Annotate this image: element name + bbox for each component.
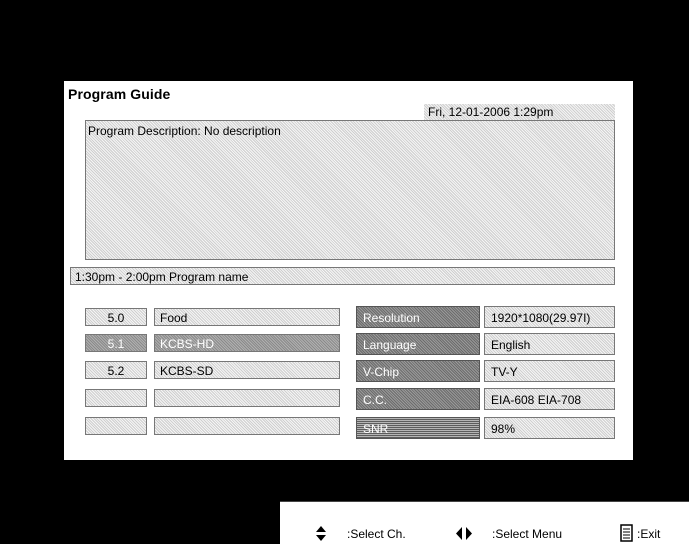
closed-caption-value: EIA-608 EIA-708 (484, 388, 615, 410)
empty-channel-name-row-4[interactable] (154, 389, 340, 407)
resolution-label: Resolution (356, 306, 480, 328)
select-channel-help: :Select Ch. (347, 527, 406, 541)
empty-channel-number-row-4[interactable] (85, 389, 147, 407)
page-title: Program Guide (68, 86, 171, 102)
channel-name-food[interactable]: Food (154, 308, 340, 326)
empty-channel-name-row-5[interactable] (154, 417, 340, 435)
program-description-box (85, 120, 615, 260)
program-guide-screen: Program Guide Fri, 12-01-2006 1:29pm Pro… (0, 0, 689, 544)
program-time-slot[interactable]: 1:30pm - 2:00pm Program name (70, 267, 615, 285)
exit-help: :Exit (637, 527, 661, 541)
menu-guide-icon (620, 524, 633, 542)
datetime: Fri, 12-01-2006 1:29pm (424, 104, 615, 120)
program-description: Program Description: No description (88, 124, 281, 138)
snr-value: 98% (484, 417, 615, 439)
language-label: Language (356, 333, 480, 355)
resolution-value: 1920*1080(29.97I) (484, 306, 615, 328)
v-chip-label: V-Chip (356, 360, 480, 382)
left-right-arrow-icon (456, 527, 472, 540)
closed-caption-label: C.C. (356, 388, 480, 410)
channel-name-kcbs-hd[interactable]: KCBS-HD (154, 334, 340, 352)
channel-number-5-0[interactable]: 5.0 (85, 308, 147, 326)
empty-channel-number-row-5[interactable] (85, 417, 147, 435)
channel-number-5-2[interactable]: 5.2 (85, 361, 147, 379)
channel-number-5-1[interactable]: 5.1 (85, 334, 147, 352)
channel-name-kcbs-sd[interactable]: KCBS-SD (154, 361, 340, 379)
select-menu-help: :Select Menu (492, 527, 563, 541)
language-value: English (484, 333, 615, 355)
v-chip-value: TV-Y (484, 360, 615, 382)
up-down-arrow-icon (316, 526, 326, 541)
snr-label: SNR (356, 417, 480, 439)
